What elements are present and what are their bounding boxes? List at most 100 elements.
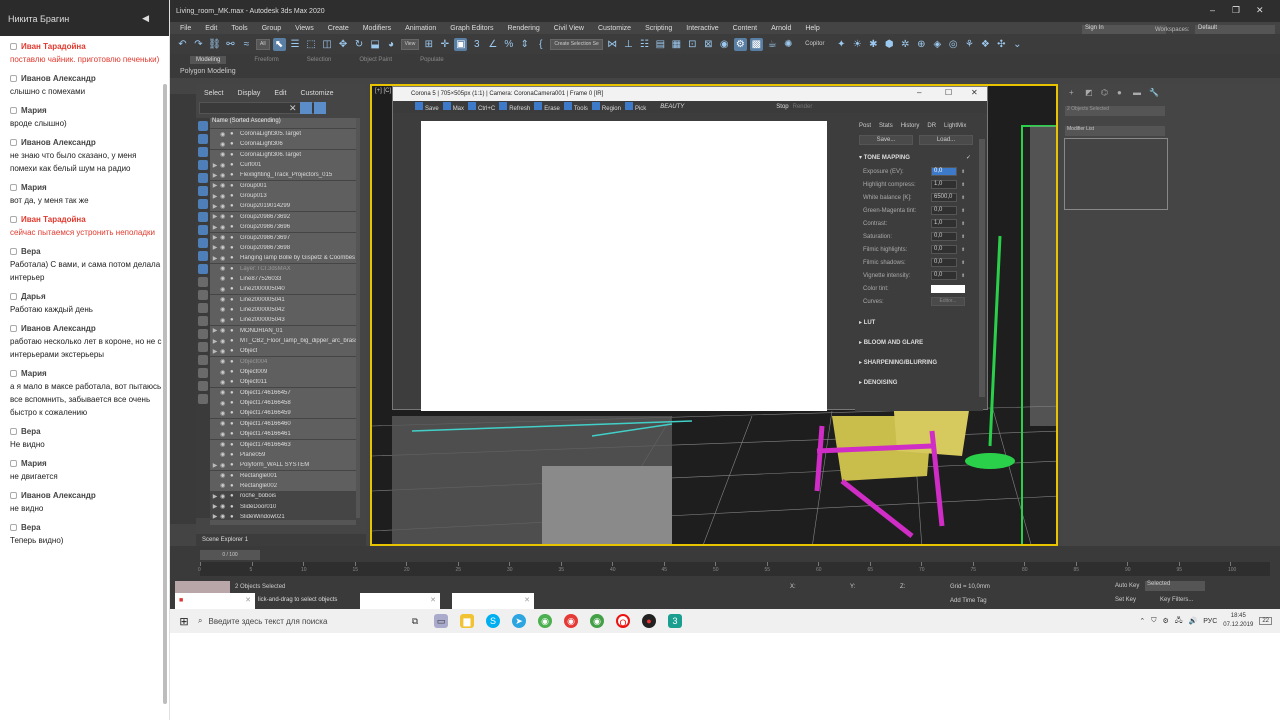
copitor-button[interactable]: Copitor — [798, 38, 832, 51]
toggle-scene-explorer-icon[interactable]: ☷ — [638, 38, 651, 51]
visibility-eye-icon[interactable]: ◉ — [220, 431, 230, 438]
scene-object-row[interactable]: ◉ ● Object1746166458 — [210, 398, 360, 409]
maximize-icon[interactable]: ❐ — [1232, 5, 1240, 16]
manipulate-icon[interactable]: ✛ — [438, 38, 451, 51]
vfb-panel-tab[interactable]: History — [901, 123, 920, 129]
scene-explorer-menu-item[interactable]: Customize — [300, 90, 333, 102]
vfb-minimize-icon[interactable]: – — [917, 88, 921, 97]
tone-param-value[interactable]: 0,0 — [931, 245, 957, 254]
scene-object-row[interactable]: ◉ ● Line2000005040 — [210, 284, 360, 295]
object-filter-icon[interactable] — [198, 160, 208, 170]
spinner-icon[interactable]: ⬍ — [961, 208, 965, 214]
scene-object-row[interactable]: ◉ ● Object1746166463 — [210, 439, 360, 450]
ribbon-tab[interactable]: Selection — [307, 57, 332, 63]
scene-object-row[interactable]: ▶ ◉ ● Group001 — [210, 180, 360, 191]
spinner-icon[interactable]: ⬍ — [961, 273, 965, 279]
selection-name-field[interactable]: 2 Objects Selected — [1065, 106, 1165, 116]
visibility-eye-icon[interactable]: ◉ — [220, 193, 230, 200]
visibility-eye-icon[interactable]: ◉ — [220, 441, 230, 448]
auto-key-button[interactable]: Auto Key — [1115, 583, 1139, 589]
object-filter-icon[interactable] — [198, 199, 208, 209]
vfb-toolbar-button[interactable]: Refresh — [499, 102, 530, 112]
object-filter-icon[interactable] — [198, 134, 208, 144]
object-filter-icon[interactable] — [198, 368, 208, 378]
scene-object-row[interactable]: ▶ ◉ ● MONDRIAN_01 — [210, 325, 360, 336]
time-slider[interactable]: 0 / 100 — [200, 550, 260, 560]
vfb-section-header[interactable]: ▸ LUT — [855, 316, 983, 330]
visibility-eye-icon[interactable]: ◉ — [220, 213, 230, 220]
object-filter-icon[interactable] — [198, 212, 208, 222]
link-icon[interactable]: ⛓ — [208, 38, 221, 51]
scene-object-row[interactable]: ▶ ◉ ● Group2098673697 — [210, 232, 360, 243]
vfb-toolbar-button[interactable]: Max — [442, 102, 464, 112]
sort-icon[interactable] — [314, 102, 326, 114]
scene-object-row[interactable]: ◉ ● Object1746166461 — [210, 429, 360, 440]
visibility-eye-icon[interactable]: ◉ — [220, 379, 230, 386]
object-filter-icon[interactable] — [198, 173, 208, 183]
place-icon[interactable]: ◕ — [385, 38, 398, 51]
vfb-toolbar-button[interactable]: Region — [591, 102, 621, 112]
vfb-panel-tab[interactable]: LightMix — [944, 123, 966, 129]
object-filter-icon[interactable] — [198, 251, 208, 261]
tone-mapping-section[interactable]: ▾ TONE MAPPING ✓ — [855, 151, 983, 165]
visibility-eye-icon[interactable]: ◉ — [220, 493, 230, 500]
expand-arrow-icon[interactable]: ▶ — [210, 193, 220, 200]
corona-converter-icon[interactable]: ◎ — [947, 38, 960, 51]
telegram-icon[interactable]: ➤ — [512, 614, 526, 628]
angle-snap-icon[interactable]: ∠ — [486, 38, 499, 51]
object-filter-icon[interactable] — [198, 186, 208, 196]
visibility-eye-icon[interactable]: ◉ — [220, 131, 230, 138]
clear-search-icon[interactable]: ✕ — [289, 103, 297, 114]
menu-item[interactable]: Help — [805, 25, 819, 32]
file-explorer-icon[interactable]: ▆ — [460, 614, 474, 628]
scene-object-row[interactable]: ◉ ● Line2000005042 — [210, 304, 360, 315]
visibility-eye-icon[interactable]: ◉ — [220, 265, 230, 272]
modifier-stack[interactable] — [1064, 138, 1168, 210]
vfb-panel-tab[interactable]: DR — [927, 123, 936, 129]
visibility-eye-icon[interactable]: ◉ — [220, 451, 230, 458]
object-filter-icon[interactable] — [198, 329, 208, 339]
ribbon-tab[interactable]: Populate — [420, 57, 444, 63]
mirror-icon[interactable]: ⋈ — [606, 38, 619, 51]
scene-object-row[interactable]: ◉ ● Rectangle002 — [210, 480, 360, 491]
vfb-section-header[interactable]: ▸ SHARPENING/BLURRING — [855, 356, 983, 370]
corona-toolbox-icon[interactable]: ❖ — [979, 38, 992, 51]
tone-param-value[interactable]: 1,0 — [931, 180, 957, 189]
scene-object-row[interactable]: ◉ ● Object1746166460 — [210, 418, 360, 429]
object-filter-icon[interactable] — [198, 264, 208, 274]
corona-sun-icon[interactable]: ☀ — [851, 38, 864, 51]
overflow-icon[interactable]: ⌄ — [1011, 38, 1024, 51]
vfb-panel-tab[interactable]: Post — [859, 123, 871, 129]
percent-snap-icon[interactable]: % — [502, 38, 515, 51]
menu-item[interactable]: Civil View — [554, 25, 584, 32]
object-filter-icon[interactable] — [198, 121, 208, 131]
clock[interactable]: 18:45 07.12.2019 — [1223, 612, 1253, 630]
motion-tab-icon[interactable]: ● — [1117, 88, 1127, 98]
visibility-eye-icon[interactable]: ◉ — [220, 462, 230, 469]
visibility-eye-icon[interactable]: ◉ — [220, 369, 230, 376]
scene-explorer-menu-item[interactable]: Select — [204, 90, 223, 102]
object-filter-icon[interactable] — [198, 147, 208, 157]
scene-explorer-menu-item[interactable]: Display — [237, 90, 260, 102]
vfb-load-button[interactable]: Load... — [919, 135, 973, 145]
render-icon[interactable]: ☕ — [766, 38, 779, 51]
menu-item[interactable]: Graph Editors — [450, 25, 493, 32]
scene-list-scrollbar[interactable] — [356, 118, 360, 518]
schematic-view-icon[interactable]: ⊠ — [702, 38, 715, 51]
object-filter-icon[interactable] — [198, 238, 208, 248]
rotate-icon[interactable]: ↻ — [353, 38, 366, 51]
menu-item[interactable]: Customize — [598, 25, 631, 32]
visibility-eye-icon[interactable]: ◉ — [220, 255, 230, 262]
corona-lister-icon[interactable]: ⚘ — [963, 38, 976, 51]
object-filter-icon[interactable] — [198, 277, 208, 287]
ribbon-icon[interactable]: ▦ — [670, 38, 683, 51]
scene-object-row[interactable]: ▶ ◉ ● roche_bobois — [210, 491, 360, 501]
spinner-icon[interactable]: ⬍ — [961, 234, 965, 240]
menu-item[interactable]: Edit — [205, 25, 217, 32]
scene-object-row[interactable]: ◉ ● Object011 — [210, 377, 360, 388]
select-object-icon[interactable]: ⬉ — [272, 37, 286, 51]
visibility-eye-icon[interactable]: ◉ — [220, 172, 230, 179]
ribbon-tab[interactable]: Object Paint — [359, 57, 392, 63]
window-tab-3[interactable]: ✕ — [452, 593, 534, 609]
corona-scatter-icon[interactable]: ✲ — [899, 38, 912, 51]
